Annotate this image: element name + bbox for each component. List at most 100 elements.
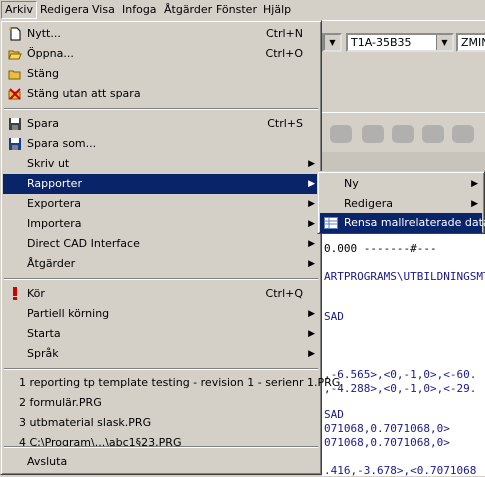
menu-item-import[interactable]: Importera ▶: [3, 214, 319, 234]
tool-icon[interactable]: [452, 125, 474, 143]
menu-item-shortcut: Ctrl+Q: [265, 287, 303, 300]
chevron-down-icon[interactable]: ▼: [436, 35, 452, 50]
menu-item-label: Starta: [27, 327, 61, 340]
exclamation-icon: [13, 287, 17, 300]
tool-icon[interactable]: [330, 125, 352, 143]
editor-line: ARTPROGRAMS\UTBILDNINGSMT: [324, 270, 485, 283]
submenu-arrow-icon: ▶: [308, 179, 315, 189]
combo-zmin-value: ZMIN: [461, 36, 485, 49]
menu-separator: [4, 108, 318, 110]
tool-icon[interactable]: [362, 125, 384, 143]
menu-bar: Arkiv Redigera Visa Infoga Åtgärder Föns…: [0, 0, 485, 21]
submenu-arrow-icon: ▶: [471, 199, 478, 209]
arkiv-dropdown-menu: Nytt... Ctrl+N Öppna... Ctrl+O Stäng Stä…: [0, 20, 340, 475]
submenu-arrow-icon: ▶: [308, 159, 315, 169]
menu-atgarder[interactable]: Åtgärder: [161, 2, 215, 18]
submenu-arrow-icon: ▶: [308, 329, 315, 339]
menu-item-shortcut: Ctrl+O: [265, 47, 303, 60]
menu-item-print[interactable]: Skriv ut ▶: [3, 154, 319, 174]
program-editor[interactable]: 0.000 -------#--- ARTPROGRAMS\UTBILDNING…: [322, 232, 485, 477]
tool-icon[interactable]: [422, 125, 444, 143]
submenu-item-clean-template-data[interactable]: Rensa mallrelaterade data: [320, 213, 485, 233]
menu-item-start[interactable]: Starta ▶: [3, 324, 319, 344]
menu-separator: [4, 278, 318, 280]
recent-file-2[interactable]: 2 formulär.PRG: [3, 393, 319, 413]
editor-line: ,-6.565>,<0,-1,0>,<-60.: [324, 368, 477, 381]
editor-line: 0.000 -------#---: [324, 242, 437, 255]
recent-file-1[interactable]: 1 reporting tp template testing - revisi…: [3, 373, 340, 393]
chevron-down-icon[interactable]: ▼: [324, 35, 340, 50]
menu-separator: [4, 446, 318, 448]
menu-item-label: Språk: [27, 347, 59, 360]
editor-line: 071068,0.7071068,0>: [324, 436, 450, 449]
menu-item-shortcut: Ctrl+S: [267, 117, 303, 130]
submenu-item-label: Rensa mallrelaterade data: [344, 216, 485, 229]
menu-redigera[interactable]: Redigera: [37, 2, 92, 18]
menu-item-label: Spara som...: [27, 137, 97, 150]
submenu-arrow-icon: ▶: [308, 349, 315, 359]
menu-item-export[interactable]: Exportera ▶: [3, 194, 319, 214]
menu-item-label: Exportera: [27, 197, 82, 210]
menu-item-actions[interactable]: Åtgärder ▶: [3, 254, 319, 274]
menu-separator: [4, 368, 318, 370]
combo-program[interactable]: T1A-35B35 ▼: [346, 33, 454, 52]
submenu-arrow-icon: ▶: [308, 259, 315, 269]
new-file-icon: [8, 27, 21, 41]
editor-line: 071068,0.7071068,0>: [324, 422, 450, 435]
recent-file-4[interactable]: 4 C:\Program\...\abc1§23.PRG: [3, 433, 319, 453]
menu-hjalp[interactable]: Hjälp: [260, 2, 294, 18]
submenu-item-new[interactable]: Ny ▶: [320, 174, 482, 194]
menu-item-label: Stäng utan att spara: [27, 87, 141, 100]
recent-file-label: 3 utbmaterial slask.PRG: [19, 416, 152, 429]
menu-item-reports[interactable]: Rapporter ▶: [3, 174, 319, 194]
menu-infoga[interactable]: Infoga: [119, 2, 160, 18]
report-table-icon: [324, 217, 338, 229]
menu-item-close-no-save[interactable]: Stäng utan att spara: [3, 84, 319, 104]
menu-item-label: Importera: [27, 217, 82, 230]
submenu-arrow-icon: ▶: [308, 239, 315, 249]
submenu-item-label: Ny: [344, 177, 359, 190]
menu-item-label: Kör: [27, 287, 45, 300]
toolbar-secondary: [322, 112, 485, 154]
menu-item-label: Partiell körning: [27, 307, 110, 320]
menu-item-label: Avsluta: [27, 455, 68, 468]
close-no-save-icon: [8, 88, 21, 100]
save-as-icon: [9, 138, 21, 150]
editor-line: ,-4.288>,<0,-1,0>,<-29.: [324, 382, 477, 395]
submenu-arrow-icon: ▶: [308, 309, 315, 319]
menu-item-label: Rapporter: [27, 177, 82, 190]
tool-icon[interactable]: [392, 125, 414, 143]
submenu-item-edit[interactable]: Redigera ▶: [320, 194, 482, 214]
menu-item-run[interactable]: Kör Ctrl+Q: [3, 284, 319, 304]
menu-item-close[interactable]: Stäng: [3, 64, 319, 84]
open-folder-icon: [8, 50, 22, 60]
reports-submenu: Ny ▶ Redigera ▶ Rensa mallrelaterade dat…: [317, 171, 485, 234]
save-disk-icon: [9, 118, 21, 130]
menu-item-label: Stäng: [27, 67, 59, 80]
menu-item-save[interactable]: Spara Ctrl+S: [3, 114, 319, 134]
menu-item-partial-run[interactable]: Partiell körning ▶: [3, 304, 319, 324]
combo-zmin[interactable]: ZMIN: [456, 33, 485, 52]
menu-item-label: Spara: [27, 117, 59, 130]
recent-file-3[interactable]: 3 utbmaterial slask.PRG: [3, 413, 319, 433]
editor-line: .416,-3.678>,<0.7071068: [324, 464, 477, 477]
combo-left[interactable]: ▼: [322, 33, 342, 52]
close-folder-icon: [8, 70, 21, 80]
recent-file-label: 1 reporting tp template testing - revisi…: [19, 376, 341, 389]
menu-item-exit[interactable]: Avsluta: [3, 452, 319, 472]
menu-item-new[interactable]: Nytt... Ctrl+N: [3, 24, 319, 44]
menu-fonster[interactable]: Fönster: [213, 2, 260, 18]
menu-item-label: Skriv ut: [27, 157, 70, 170]
menu-arkiv[interactable]: Arkiv: [1, 1, 37, 19]
submenu-item-label: Redigera: [344, 197, 393, 210]
menu-item-label: Åtgärder: [27, 257, 76, 270]
submenu-arrow-icon: ▶: [308, 199, 315, 209]
menu-item-language[interactable]: Språk ▶: [3, 344, 319, 364]
menu-item-direct-cad[interactable]: Direct CAD Interface ▶: [3, 234, 319, 254]
menu-item-save-as[interactable]: Spara som...: [3, 134, 319, 154]
menu-visa[interactable]: Visa: [89, 2, 118, 18]
submenu-arrow-icon: ▶: [308, 219, 315, 229]
submenu-arrow-icon: ▶: [471, 179, 478, 189]
menu-item-open[interactable]: Öppna... Ctrl+O: [3, 44, 319, 64]
recent-file-label: 4 C:\Program\...\abc1§23.PRG: [19, 436, 182, 449]
